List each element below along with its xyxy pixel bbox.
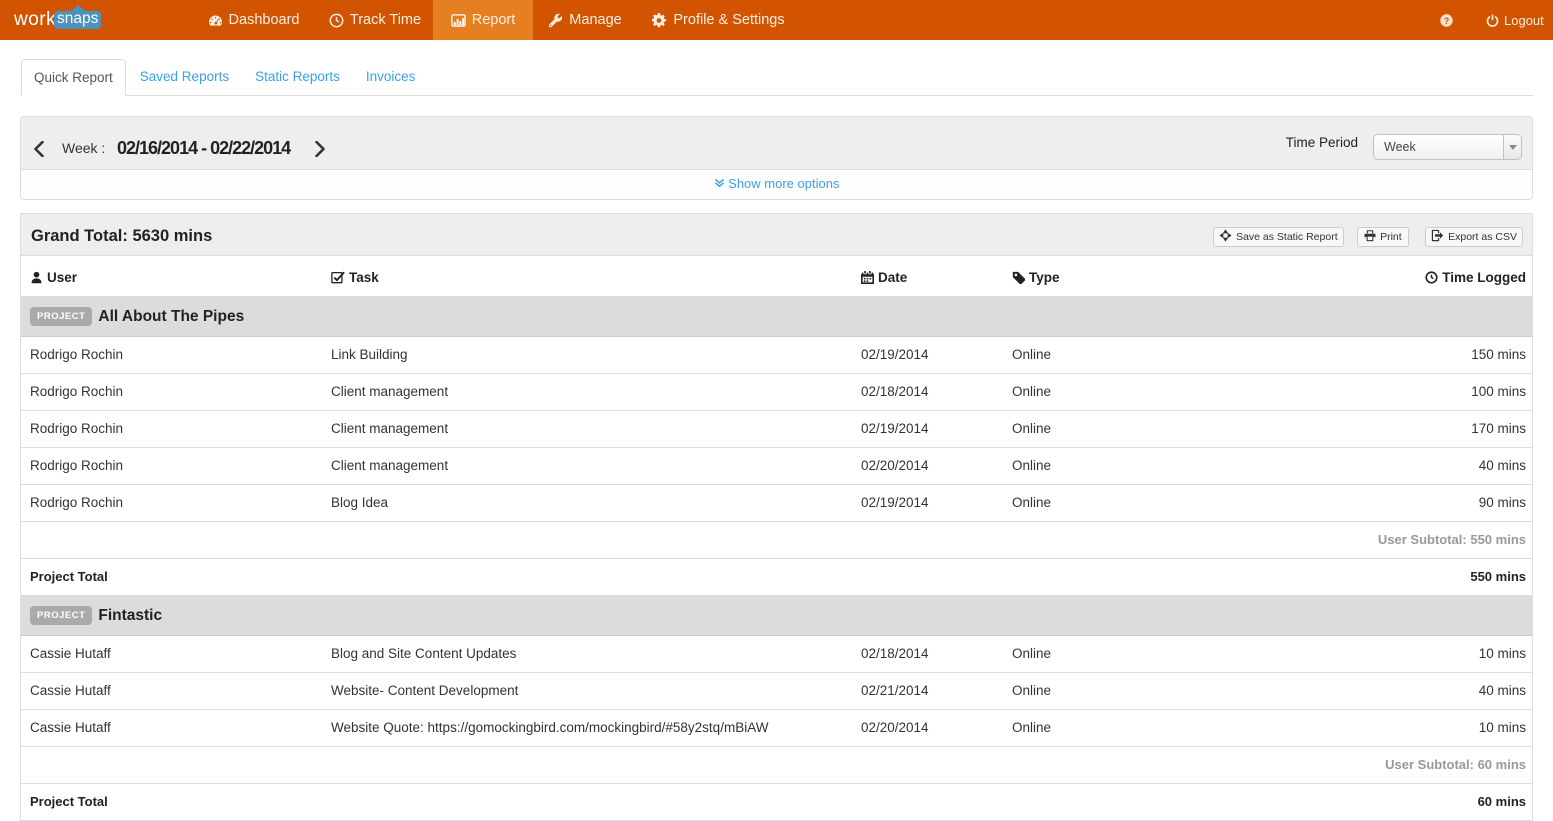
- svg-text:?: ?: [1444, 15, 1450, 25]
